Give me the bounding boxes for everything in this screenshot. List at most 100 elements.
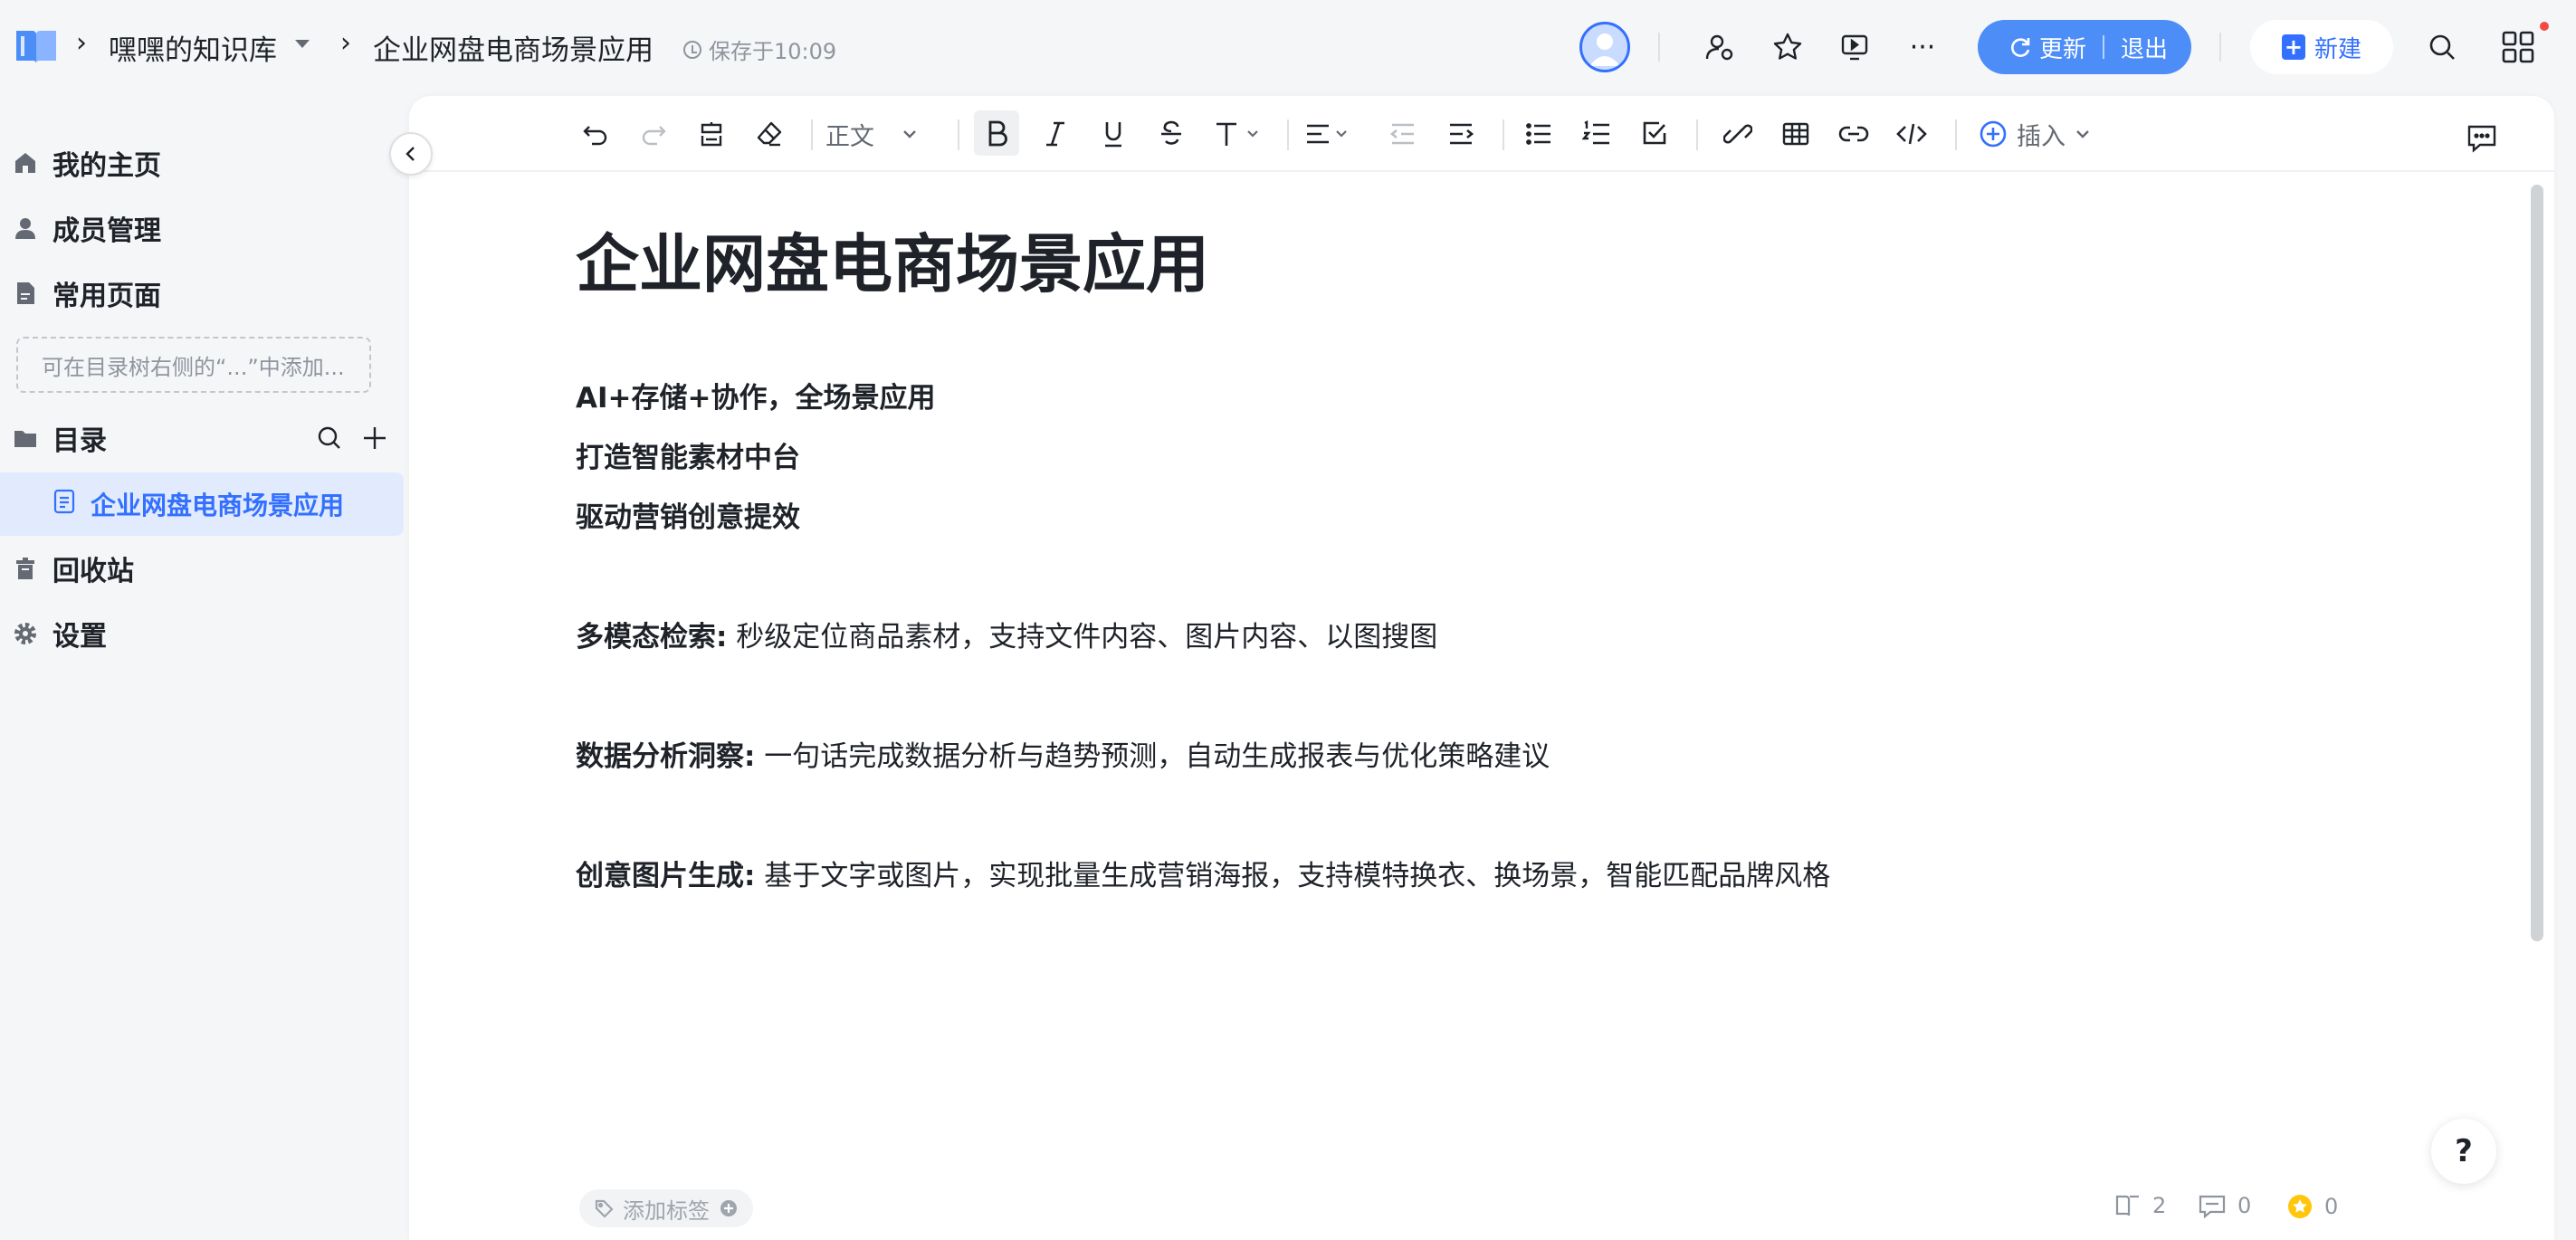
sidebar-item-label: 成员管理 bbox=[52, 215, 161, 247]
book-open-icon bbox=[2115, 1195, 2139, 1216]
new-doc-icon: + bbox=[2281, 34, 2305, 60]
sidebar-item-settings[interactable]: 设置 bbox=[13, 605, 402, 663]
add-tag-label: 添加标签 bbox=[623, 1197, 710, 1224]
refresh-icon bbox=[2011, 38, 2030, 57]
outdent-icon[interactable] bbox=[1381, 112, 1425, 156]
strikethrough-icon[interactable] bbox=[1150, 112, 1193, 156]
indent-icon[interactable] bbox=[1439, 112, 1483, 156]
read-count-value: 2 bbox=[2152, 1193, 2167, 1218]
save-status: 保存于10:09 bbox=[683, 33, 836, 65]
text-color-icon[interactable] bbox=[1209, 112, 1267, 156]
divider bbox=[1287, 119, 1289, 150]
code-icon[interactable] bbox=[1890, 112, 1933, 156]
numbered-list-icon[interactable] bbox=[1575, 112, 1618, 156]
bold-icon[interactable] bbox=[974, 110, 1019, 156]
scrollbar[interactable] bbox=[2531, 185, 2543, 941]
feature-desc: 基于文字或图片，实现批量生成营销海报，支持模特换衣、换场景，智能匹配品牌风格 bbox=[755, 860, 1831, 892]
catalog-label: 目录 bbox=[52, 425, 107, 457]
divider bbox=[1503, 119, 1504, 150]
divider bbox=[1955, 119, 1957, 150]
comment-count-value: 0 bbox=[2237, 1193, 2252, 1218]
present-icon[interactable] bbox=[1833, 25, 1876, 69]
document-line[interactable]: AI+存储+协作，全场景应用 bbox=[576, 375, 935, 415]
sidebar-item-label: 设置 bbox=[52, 621, 107, 653]
apps-grid-icon[interactable] bbox=[2496, 25, 2540, 69]
sidebar-item-common-pages[interactable]: 常用页面 bbox=[13, 264, 402, 322]
book-logo-icon[interactable] bbox=[13, 27, 60, 67]
comment-count: 0 bbox=[2198, 1193, 2251, 1218]
hyperlink-icon[interactable] bbox=[1832, 112, 1875, 156]
like-count[interactable]: 0 bbox=[2286, 1193, 2338, 1220]
catalog-search-icon[interactable] bbox=[313, 422, 346, 454]
feature-term: 多模态检索: bbox=[576, 621, 728, 653]
like-count-value: 0 bbox=[2324, 1194, 2339, 1219]
collapse-sidebar-icon[interactable] bbox=[389, 132, 433, 176]
redo-icon[interactable] bbox=[632, 112, 675, 156]
divider bbox=[1658, 33, 1660, 62]
format-painter-icon[interactable] bbox=[690, 112, 733, 156]
exit-button[interactable]: 退出 bbox=[2104, 31, 2168, 64]
sidebar-item-home[interactable]: 我的主页 bbox=[13, 134, 402, 192]
feature-paragraph[interactable]: 多模态检索: 秒级定位商品素材，支持文件内容、图片内容、以图搜图 bbox=[576, 614, 1437, 654]
notification-dot bbox=[2540, 22, 2549, 31]
breadcrumb-kb-name[interactable]: 嘿嘿的知识库 bbox=[109, 27, 277, 68]
insert-label: 插入 bbox=[2017, 122, 2066, 151]
avatar[interactable] bbox=[1579, 22, 1630, 72]
tree-item-selected[interactable]: 企业网盘电商场景应用 bbox=[0, 472, 404, 536]
new-button[interactable]: + 新建 bbox=[2250, 20, 2393, 74]
sidebar-item-members[interactable]: 成员管理 bbox=[13, 199, 402, 257]
gear-icon bbox=[13, 621, 38, 646]
save-status-text: 保存于10:09 bbox=[709, 39, 837, 64]
link-icon[interactable] bbox=[1716, 112, 1760, 156]
star-icon[interactable] bbox=[1766, 25, 1809, 69]
table-icon[interactable] bbox=[1774, 112, 1818, 156]
text-style-value: 正文 bbox=[825, 122, 874, 151]
more-icon[interactable]: ··· bbox=[1901, 25, 1944, 69]
read-count: 2 bbox=[2114, 1193, 2166, 1218]
divider bbox=[958, 119, 959, 150]
document-line[interactable]: 驱动营销创意提效 bbox=[576, 494, 800, 535]
member-icon bbox=[13, 215, 38, 241]
sidebar-item-label: 回收站 bbox=[52, 556, 134, 587]
text-style-select[interactable]: 正文 bbox=[825, 114, 918, 154]
feature-paragraph[interactable]: 数据分析洞察: 一句话完成数据分析与趋势预测，自动生成报表与优化策略建议 bbox=[576, 733, 1550, 774]
sidebar-item-label: 常用页面 bbox=[52, 281, 161, 312]
feature-paragraph[interactable]: 创意图片生成: 基于文字或图片，实现批量生成营销海报，支持模特换衣、换场景，智能… bbox=[576, 853, 1830, 893]
underline-icon[interactable] bbox=[1092, 112, 1135, 156]
caret-down-icon[interactable] bbox=[295, 40, 310, 48]
update-label: 更新 bbox=[2039, 35, 2087, 63]
feature-term: 数据分析洞察: bbox=[576, 740, 756, 773]
doc-icon bbox=[52, 489, 76, 520]
clear-format-icon[interactable] bbox=[748, 112, 791, 156]
task-list-icon[interactable] bbox=[1633, 112, 1676, 156]
tag-icon bbox=[595, 1199, 614, 1218]
search-icon[interactable] bbox=[2420, 25, 2464, 69]
sidebar-item-label: 我的主页 bbox=[52, 150, 161, 182]
member-settings-icon[interactable] bbox=[1698, 25, 1741, 69]
clock-icon bbox=[683, 40, 701, 59]
sidebar-item-trash[interactable]: 回收站 bbox=[13, 539, 402, 597]
align-icon[interactable] bbox=[1300, 112, 1358, 156]
breadcrumb-chevron-icon: › bbox=[340, 27, 351, 59]
document-line[interactable]: 打造智能素材中台 bbox=[576, 434, 800, 475]
like-badge-icon bbox=[2288, 1195, 2312, 1218]
add-tag-button[interactable]: 添加标签 bbox=[579, 1189, 753, 1227]
comment-panel-icon[interactable] bbox=[2462, 118, 2502, 157]
page-icon bbox=[13, 281, 38, 306]
plus-circle-icon bbox=[1980, 120, 2007, 148]
italic-icon[interactable] bbox=[1034, 112, 1077, 156]
catalog-add-icon[interactable] bbox=[358, 422, 391, 454]
undo-icon[interactable] bbox=[574, 112, 617, 156]
insert-button[interactable]: 插入 bbox=[1979, 112, 2091, 156]
document-title[interactable]: 企业网盘电商场景应用 bbox=[576, 214, 1209, 305]
divider bbox=[1696, 119, 1698, 150]
help-button[interactable]: ? bbox=[2431, 1119, 2496, 1184]
chevron-down-icon bbox=[2076, 130, 2089, 138]
breadcrumb-chevron-icon: › bbox=[76, 27, 87, 59]
update-exit-group: 更新 退出 bbox=[1978, 20, 2191, 74]
feature-term: 创意图片生成: bbox=[576, 860, 756, 892]
divider bbox=[2219, 33, 2221, 62]
update-button[interactable]: 更新 bbox=[1978, 20, 2103, 74]
feature-desc: 秒级定位商品素材，支持文件内容、图片内容、以图搜图 bbox=[727, 621, 1438, 653]
bullet-list-icon[interactable] bbox=[1517, 112, 1560, 156]
